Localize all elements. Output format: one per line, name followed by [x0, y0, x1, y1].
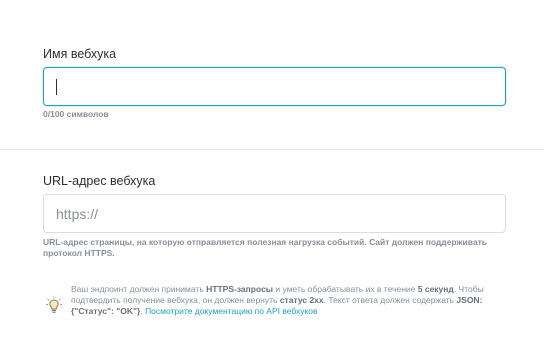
- lightbulb-icon: [46, 296, 62, 314]
- webhook-form: Имя вебхука 0/100 символов URL-адрес веб…: [0, 0, 544, 338]
- webhook-name-char-counter: 0/100 символов: [43, 109, 109, 119]
- info-text-part: Ваш эндпоинт должен принимать: [71, 284, 207, 294]
- api-docs-link[interactable]: Посмотрите документацию по API вебхуков: [145, 306, 317, 316]
- info-text-bold: 5 секунд: [417, 284, 454, 294]
- info-text-part: и уметь обрабатывать их в течение: [273, 284, 418, 294]
- section-divider: [0, 149, 544, 150]
- webhook-url-field[interactable]: [43, 194, 506, 233]
- webhook-requirements-text: Ваш эндпоинт должен принимать HTTPS-запр…: [71, 284, 501, 317]
- webhook-name-input[interactable]: [44, 68, 505, 105]
- text-caret: [56, 79, 57, 95]
- info-text-bold: HTTPS-запросы: [206, 284, 274, 294]
- webhook-url-label: URL-адрес вебхука: [43, 174, 156, 188]
- info-text-bold: статус 2xx: [279, 295, 324, 305]
- info-text-part: . Текст ответа должен содержать: [323, 295, 457, 305]
- webhook-url-input[interactable]: [44, 195, 505, 232]
- webhook-url-hint: URL-адрес страницы, на которую отправляе…: [43, 237, 487, 258]
- webhook-name-label: Имя вебхука: [43, 47, 117, 61]
- webhook-name-field[interactable]: [43, 67, 506, 106]
